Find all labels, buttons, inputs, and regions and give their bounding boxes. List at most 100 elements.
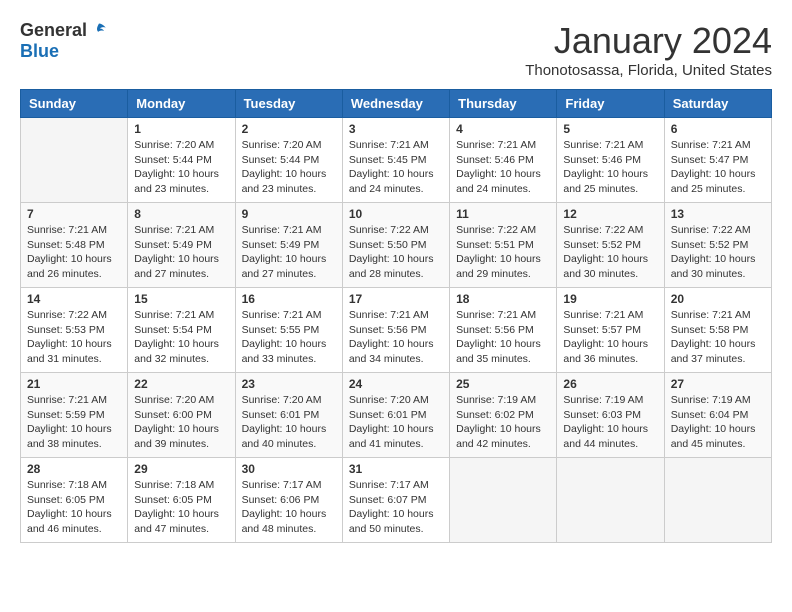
day-number: 3 xyxy=(349,122,443,136)
calendar-cell: 26 Sunrise: 7:19 AM Sunset: 6:03 PM Dayli… xyxy=(557,373,664,458)
day-number: 15 xyxy=(134,292,228,306)
calendar-cell: 17 Sunrise: 7:21 AM Sunset: 5:56 PM Dayli… xyxy=(342,288,449,373)
day-number: 31 xyxy=(349,462,443,476)
calendar-cell: 19 Sunrise: 7:21 AM Sunset: 5:57 PM Dayli… xyxy=(557,288,664,373)
calendar-cell: 13 Sunrise: 7:22 AM Sunset: 5:52 PM Dayli… xyxy=(664,203,771,288)
day-info: Sunrise: 7:20 AM Sunset: 6:01 PM Dayligh… xyxy=(242,393,336,452)
day-info: Sunrise: 7:21 AM Sunset: 5:47 PM Dayligh… xyxy=(671,138,765,197)
logo-bird-icon xyxy=(89,21,109,41)
day-info: Sunrise: 7:21 AM Sunset: 5:56 PM Dayligh… xyxy=(349,308,443,367)
day-number: 13 xyxy=(671,207,765,221)
calendar-cell: 23 Sunrise: 7:20 AM Sunset: 6:01 PM Dayli… xyxy=(235,373,342,458)
day-number: 24 xyxy=(349,377,443,391)
day-number: 5 xyxy=(563,122,657,136)
location-subtitle: Thonotosassa, Florida, United States xyxy=(525,62,772,79)
calendar-header-monday: Monday xyxy=(128,90,235,118)
day-number: 22 xyxy=(134,377,228,391)
calendar-table: SundayMondayTuesdayWednesdayThursdayFrid… xyxy=(20,89,772,543)
calendar-cell xyxy=(450,458,557,543)
calendar-cell: 15 Sunrise: 7:21 AM Sunset: 5:54 PM Dayli… xyxy=(128,288,235,373)
calendar-header-tuesday: Tuesday xyxy=(235,90,342,118)
day-info: Sunrise: 7:21 AM Sunset: 5:58 PM Dayligh… xyxy=(671,308,765,367)
calendar-cell: 18 Sunrise: 7:21 AM Sunset: 5:56 PM Dayli… xyxy=(450,288,557,373)
day-info: Sunrise: 7:22 AM Sunset: 5:50 PM Dayligh… xyxy=(349,223,443,282)
week-row-5: 28 Sunrise: 7:18 AM Sunset: 6:05 PM Dayli… xyxy=(21,458,772,543)
calendar-cell: 30 Sunrise: 7:17 AM Sunset: 6:06 PM Dayli… xyxy=(235,458,342,543)
day-info: Sunrise: 7:21 AM Sunset: 5:56 PM Dayligh… xyxy=(456,308,550,367)
day-number: 8 xyxy=(134,207,228,221)
calendar-cell: 27 Sunrise: 7:19 AM Sunset: 6:04 PM Dayli… xyxy=(664,373,771,458)
day-number: 26 xyxy=(563,377,657,391)
day-info: Sunrise: 7:22 AM Sunset: 5:52 PM Dayligh… xyxy=(671,223,765,282)
calendar-cell: 4Sunrise: 7:21 AM Sunset: 5:46 PM Daylig… xyxy=(450,118,557,203)
week-row-3: 14 Sunrise: 7:22 AM Sunset: 5:53 PM Dayli… xyxy=(21,288,772,373)
week-row-2: 7 Sunrise: 7:21 AM Sunset: 5:48 PM Daylig… xyxy=(21,203,772,288)
calendar-cell: 1 Sunrise: 7:20 AM Sunset: 5:44 PM Daylig… xyxy=(128,118,235,203)
day-number: 17 xyxy=(349,292,443,306)
page-header: General Blue January 2024 Thonotosassa, … xyxy=(20,20,772,79)
day-number: 18 xyxy=(456,292,550,306)
day-info: Sunrise: 7:21 AM Sunset: 5:49 PM Dayligh… xyxy=(242,223,336,282)
calendar-cell: 9 Sunrise: 7:21 AM Sunset: 5:49 PM Daylig… xyxy=(235,203,342,288)
day-info: Sunrise: 7:21 AM Sunset: 5:46 PM Dayligh… xyxy=(563,138,657,197)
day-info: Sunrise: 7:21 AM Sunset: 5:59 PM Dayligh… xyxy=(27,393,121,452)
calendar-header-friday: Friday xyxy=(557,90,664,118)
calendar-cell: 7 Sunrise: 7:21 AM Sunset: 5:48 PM Daylig… xyxy=(21,203,128,288)
title-section: January 2024 Thonotosassa, Florida, Unit… xyxy=(525,20,772,79)
calendar-cell: 5 Sunrise: 7:21 AM Sunset: 5:46 PM Daylig… xyxy=(557,118,664,203)
calendar-cell: 2Sunrise: 7:20 AM Sunset: 5:44 PM Daylig… xyxy=(235,118,342,203)
calendar-cell xyxy=(557,458,664,543)
calendar-cell: 6 Sunrise: 7:21 AM Sunset: 5:47 PM Daylig… xyxy=(664,118,771,203)
calendar-header-wednesday: Wednesday xyxy=(342,90,449,118)
day-info: Sunrise: 7:22 AM Sunset: 5:51 PM Dayligh… xyxy=(456,223,550,282)
day-info: Sunrise: 7:21 AM Sunset: 5:54 PM Dayligh… xyxy=(134,308,228,367)
calendar-header-sunday: Sunday xyxy=(21,90,128,118)
day-info: Sunrise: 7:21 AM Sunset: 5:49 PM Dayligh… xyxy=(134,223,228,282)
calendar-cell: 8 Sunrise: 7:21 AM Sunset: 5:49 PM Daylig… xyxy=(128,203,235,288)
day-info: Sunrise: 7:19 AM Sunset: 6:03 PM Dayligh… xyxy=(563,393,657,452)
calendar-cell: 12 Sunrise: 7:22 AM Sunset: 5:52 PM Dayli… xyxy=(557,203,664,288)
calendar-cell: 20 Sunrise: 7:21 AM Sunset: 5:58 PM Dayli… xyxy=(664,288,771,373)
day-info: Sunrise: 7:21 AM Sunset: 5:57 PM Dayligh… xyxy=(563,308,657,367)
day-number: 28 xyxy=(27,462,121,476)
calendar-cell: 28Sunrise: 7:18 AM Sunset: 6:05 PM Dayli… xyxy=(21,458,128,543)
day-number: 20 xyxy=(671,292,765,306)
day-info: Sunrise: 7:22 AM Sunset: 5:53 PM Dayligh… xyxy=(27,308,121,367)
calendar-header-row: SundayMondayTuesdayWednesdayThursdayFrid… xyxy=(21,90,772,118)
day-info: Sunrise: 7:21 AM Sunset: 5:45 PM Dayligh… xyxy=(349,138,443,197)
day-info: Sunrise: 7:20 AM Sunset: 5:44 PM Dayligh… xyxy=(242,138,336,197)
week-row-4: 21Sunrise: 7:21 AM Sunset: 5:59 PM Dayli… xyxy=(21,373,772,458)
day-info: Sunrise: 7:21 AM Sunset: 5:55 PM Dayligh… xyxy=(242,308,336,367)
day-number: 7 xyxy=(27,207,121,221)
day-number: 19 xyxy=(563,292,657,306)
day-info: Sunrise: 7:21 AM Sunset: 5:48 PM Dayligh… xyxy=(27,223,121,282)
calendar-header-thursday: Thursday xyxy=(450,90,557,118)
calendar-cell: 31 Sunrise: 7:17 AM Sunset: 6:07 PM Dayli… xyxy=(342,458,449,543)
day-number: 6 xyxy=(671,122,765,136)
day-number: 23 xyxy=(242,377,336,391)
day-info: Sunrise: 7:20 AM Sunset: 5:44 PM Dayligh… xyxy=(134,138,228,197)
day-info: Sunrise: 7:22 AM Sunset: 5:52 PM Dayligh… xyxy=(563,223,657,282)
calendar-cell: 10 Sunrise: 7:22 AM Sunset: 5:50 PM Dayli… xyxy=(342,203,449,288)
day-info: Sunrise: 7:17 AM Sunset: 6:07 PM Dayligh… xyxy=(349,478,443,537)
day-number: 25 xyxy=(456,377,550,391)
calendar-cell xyxy=(664,458,771,543)
calendar-cell: 24 Sunrise: 7:20 AM Sunset: 6:01 PM Dayli… xyxy=(342,373,449,458)
week-row-1: 1 Sunrise: 7:20 AM Sunset: 5:44 PM Daylig… xyxy=(21,118,772,203)
calendar-cell: 22 Sunrise: 7:20 AM Sunset: 6:00 PM Dayli… xyxy=(128,373,235,458)
calendar-header-saturday: Saturday xyxy=(664,90,771,118)
day-number: 10 xyxy=(349,207,443,221)
day-info: Sunrise: 7:20 AM Sunset: 6:01 PM Dayligh… xyxy=(349,393,443,452)
day-number: 27 xyxy=(671,377,765,391)
day-number: 1 xyxy=(134,122,228,136)
day-number: 12 xyxy=(563,207,657,221)
day-number: 14 xyxy=(27,292,121,306)
day-info: Sunrise: 7:20 AM Sunset: 6:00 PM Dayligh… xyxy=(134,393,228,452)
calendar-cell: 25Sunrise: 7:19 AM Sunset: 6:02 PM Dayli… xyxy=(450,373,557,458)
day-number: 30 xyxy=(242,462,336,476)
day-number: 9 xyxy=(242,207,336,221)
day-info: Sunrise: 7:19 AM Sunset: 6:04 PM Dayligh… xyxy=(671,393,765,452)
day-info: Sunrise: 7:18 AM Sunset: 6:05 PM Dayligh… xyxy=(134,478,228,537)
day-number: 16 xyxy=(242,292,336,306)
day-info: Sunrise: 7:17 AM Sunset: 6:06 PM Dayligh… xyxy=(242,478,336,537)
